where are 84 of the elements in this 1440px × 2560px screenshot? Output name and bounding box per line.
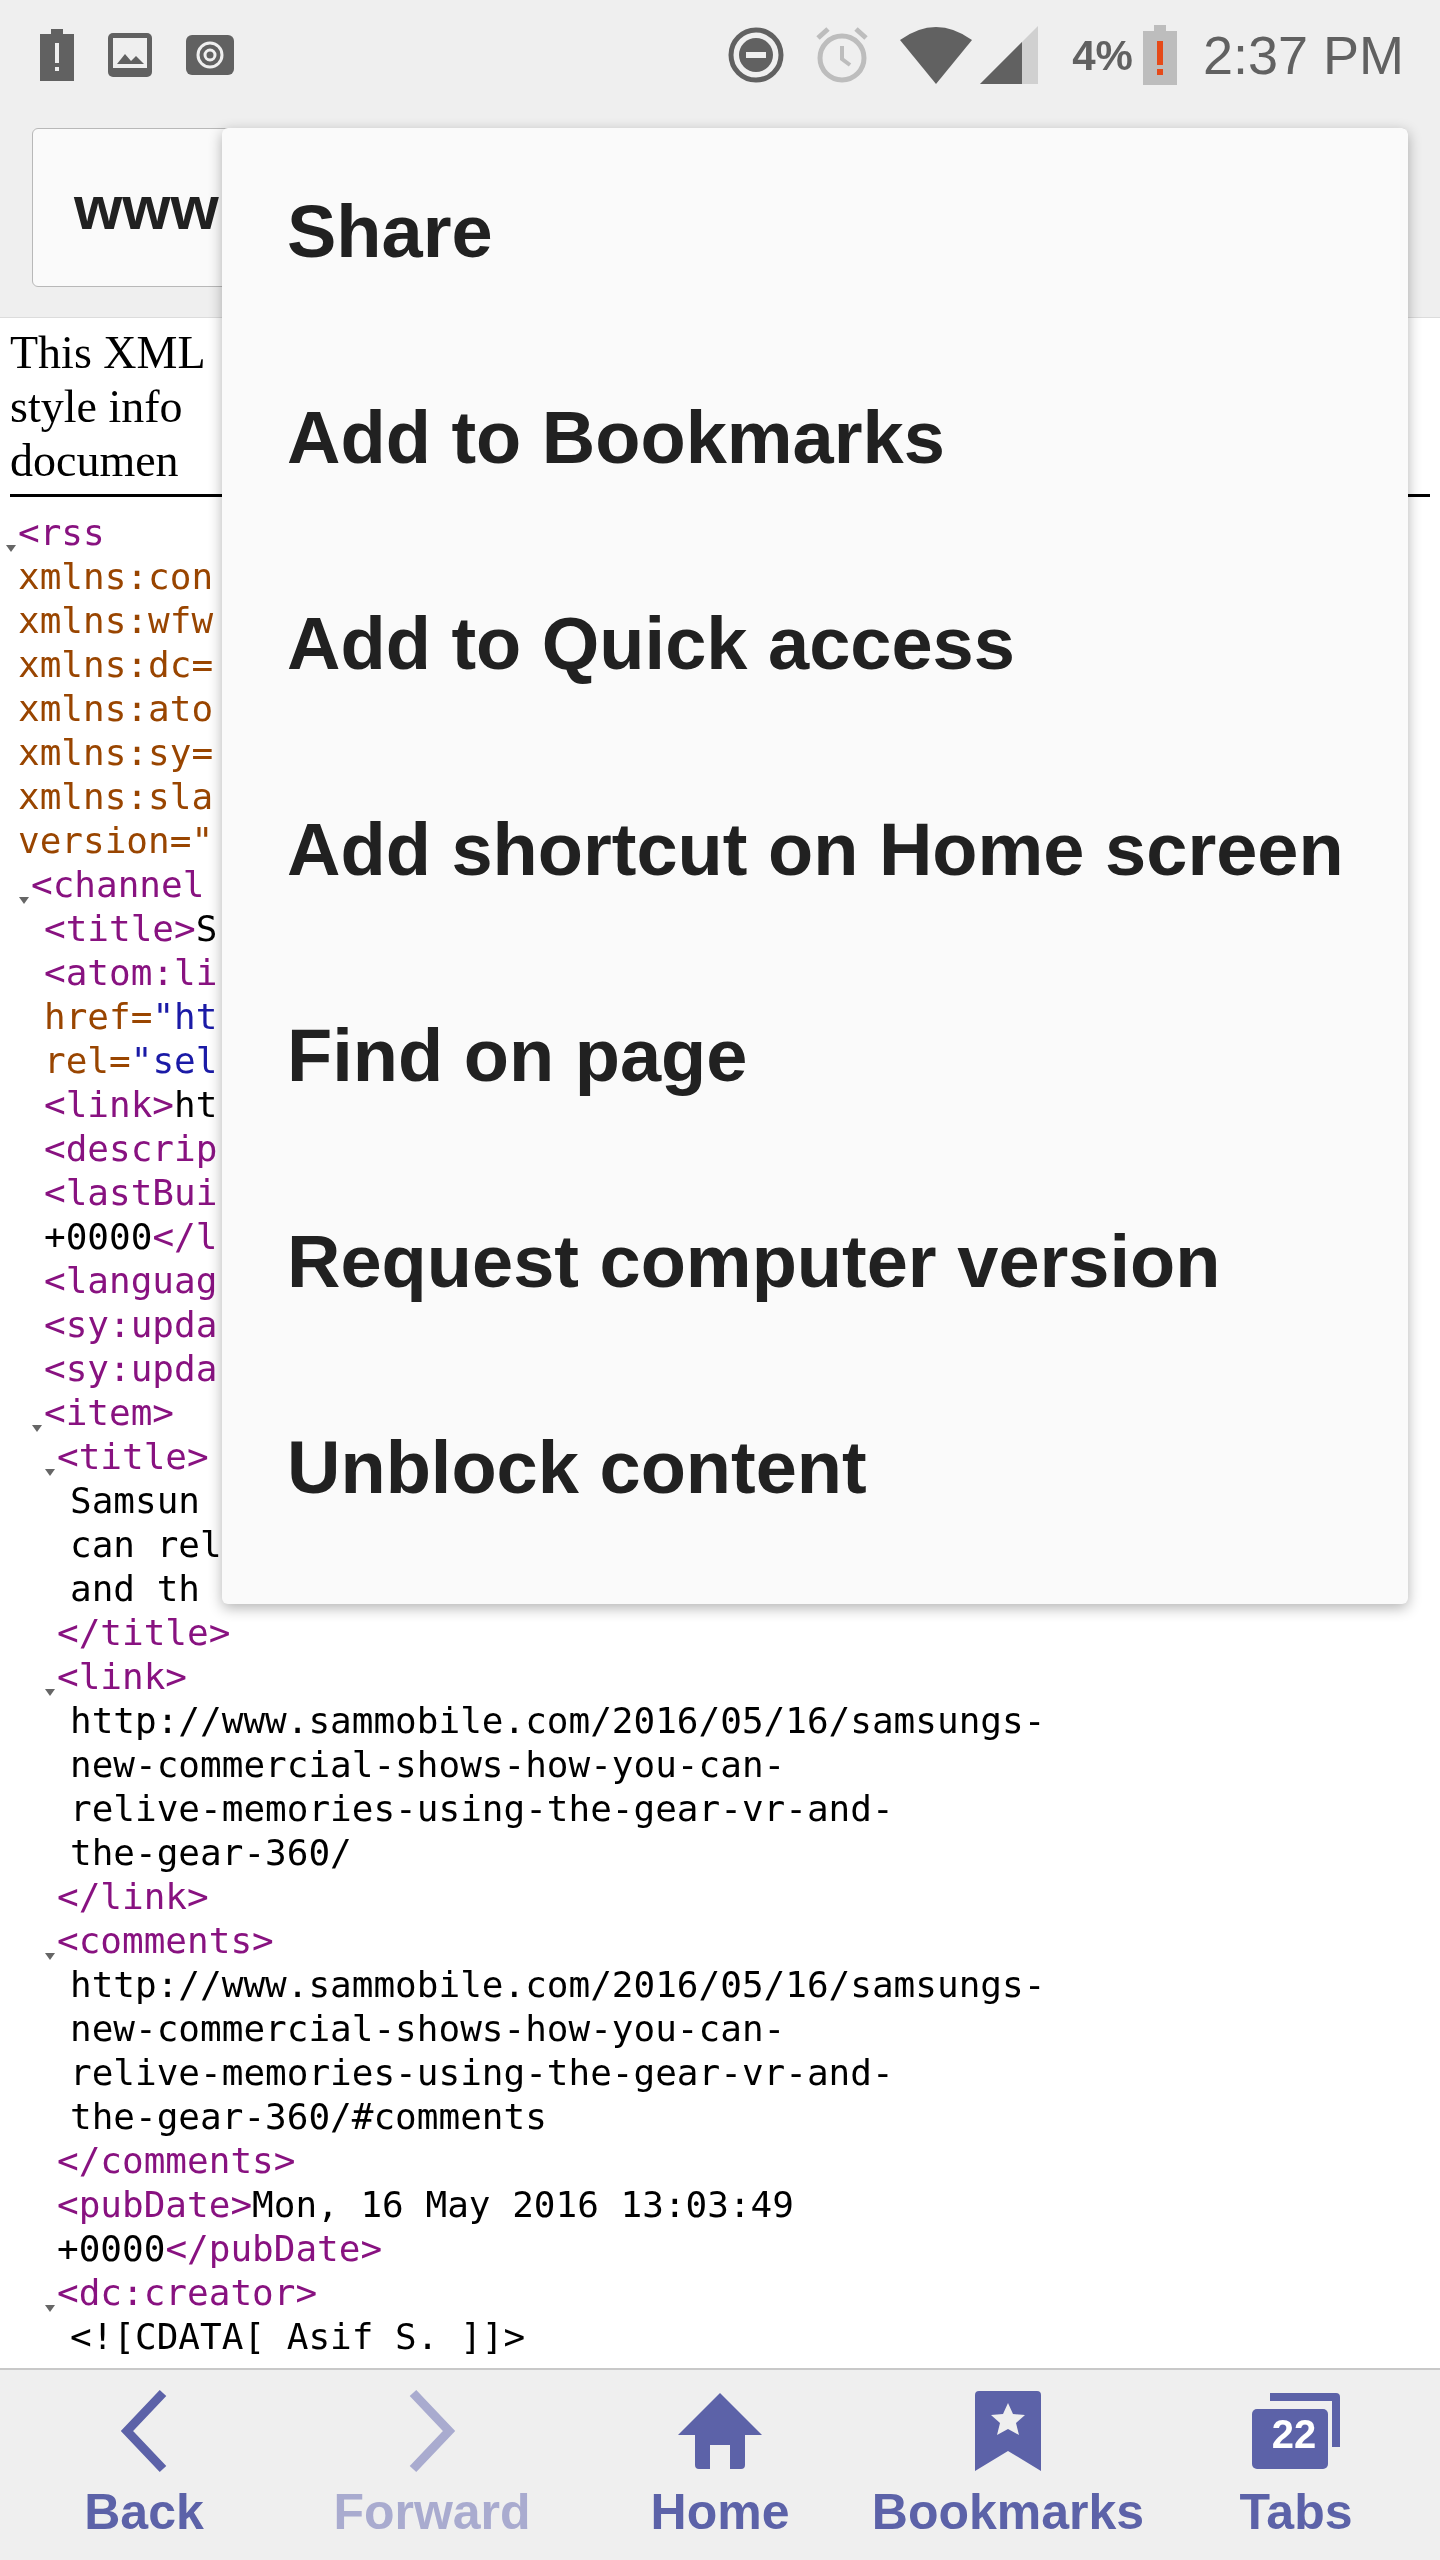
xml-tag: </title> (57, 1611, 231, 1655)
xml-tag: <channel (31, 863, 205, 907)
xml-text: S (195, 907, 218, 951)
notice-text: style info (10, 380, 183, 434)
xml-attribute: xmlns:con (18, 555, 214, 599)
menu-item[interactable]: Request computer version (222, 1158, 1408, 1364)
do-not-disturb-icon (728, 27, 785, 83)
menu-item[interactable]: Find on page (222, 952, 1408, 1158)
battery-level: 4% (1072, 30, 1133, 81)
xml-text: the-gear-360/#comments (70, 2095, 547, 2139)
xml-text: +0000 (44, 1215, 153, 1259)
xml-attribute: xmlns:wfw (18, 599, 214, 643)
home-icon (678, 2393, 762, 2469)
xml-tag: <title> (44, 907, 196, 951)
xml-tag: <lastBui (44, 1171, 218, 1215)
xml-attribute: xmlns:ato (18, 687, 214, 731)
disclosure-triangle-icon[interactable] (19, 895, 29, 905)
menu-item[interactable]: Unblock content (222, 1364, 1408, 1570)
xml-tag: <comments> (57, 1919, 274, 1963)
xml-tag: <sy:upda (44, 1347, 218, 1391)
clock: 2:37 PM (1202, 23, 1404, 87)
xml-text: relive-memories-using-the-gear-vr-and- (70, 1787, 894, 1831)
xml-text: Samsun (70, 1479, 201, 1523)
back-icon (119, 2389, 169, 2473)
battery-icon (1142, 25, 1177, 85)
battery-alert-icon (40, 29, 74, 81)
xml-value: "sel (130, 1039, 218, 1083)
xml-tag: </comments> (57, 2139, 296, 2183)
xml-text: new-commercial-shows-how-you-can- (70, 1743, 786, 1787)
tab-count: 22 (1270, 2412, 1318, 2456)
xml-tag: <atom:li (44, 951, 218, 995)
xml-tag: </l (152, 1215, 218, 1259)
xml-text: and th (70, 1567, 201, 1611)
xml-tag: <sy:upda (44, 1303, 218, 1347)
xml-text: relive-memories-using-the-gear-vr-and- (70, 2051, 894, 2095)
xml-attribute: version=" (18, 819, 214, 863)
xml-tag: <link> (57, 1655, 188, 1699)
xml-tag: <title> (57, 1435, 209, 1479)
forward-icon (407, 2389, 457, 2473)
xml-tag: <languag (44, 1259, 218, 1303)
disclosure-triangle-icon[interactable] (32, 1423, 42, 1433)
xml-tag: <item> (44, 1391, 175, 1435)
tabs-icon (1252, 2393, 1340, 2469)
menu-item[interactable]: Add shortcut on Home screen (222, 746, 1408, 952)
xml-tag: <dc:creator> (57, 2271, 318, 2315)
xml-attribute: xmlns:sla (18, 775, 214, 819)
xml-text: Mon, 16 May 2016 13:03:49 (252, 2183, 794, 2227)
xml-text: <![CDATA[ Asif S. ]]> (70, 2315, 526, 2359)
xml-tag: <link> (44, 1083, 175, 1127)
notice-text: This XML (10, 326, 206, 380)
xml-attribute: rel= (44, 1039, 131, 1083)
xml-attribute: xmlns:dc= (18, 643, 214, 687)
xml-tag: <pubDate> (57, 2183, 253, 2227)
menu-item[interactable]: Add to Quick access (222, 540, 1408, 746)
xml-text: can rel (70, 1523, 222, 1567)
nav-button[interactable]: Back (0, 2370, 288, 2560)
bookmark-icon (975, 2391, 1041, 2471)
nav-button[interactable]: Home (576, 2370, 864, 2560)
xml-text: +0000 (57, 2227, 166, 2271)
image-icon (108, 33, 152, 77)
notice-text: documen (10, 434, 179, 488)
disclosure-triangle-icon[interactable] (45, 1951, 55, 1961)
xml-text: http://www.sammobile.com/2016/05/16/samsungs- (70, 1963, 1046, 2007)
xml-text: http://www.sammobile.com/2016/05/16/samsungs- (70, 1699, 1046, 1743)
xml-attribute: xmlns:sy= (18, 731, 214, 775)
xml-tag: </pubDate> (165, 2227, 383, 2271)
nav-button[interactable]: Bookmarks (864, 2370, 1152, 2560)
wifi-icon (900, 26, 973, 84)
disclosure-triangle-icon[interactable] (45, 2303, 55, 2313)
menu-item[interactable]: Add to Bookmarks (222, 334, 1408, 540)
xml-text: new-commercial-shows-how-you-can- (70, 2007, 786, 2051)
xml-text: the-gear-360/ (70, 1831, 352, 1875)
disclosure-triangle-icon[interactable] (45, 1467, 55, 1477)
xml-value: "ht (152, 995, 218, 1039)
disclosure-triangle-icon[interactable] (45, 1687, 55, 1697)
signal-icon (980, 26, 1039, 84)
xml-tag: <rss (18, 511, 105, 555)
nav-button[interactable]: 22 Tabs (1152, 2370, 1440, 2560)
xml-tag: </link> (57, 1875, 209, 1919)
disclosure-triangle-icon[interactable] (6, 543, 16, 553)
xml-attribute: href= (44, 995, 153, 1039)
menu-item[interactable]: Share (222, 128, 1408, 334)
xml-text: ht (174, 1083, 218, 1127)
xml-tag: <descrip (44, 1127, 218, 1171)
